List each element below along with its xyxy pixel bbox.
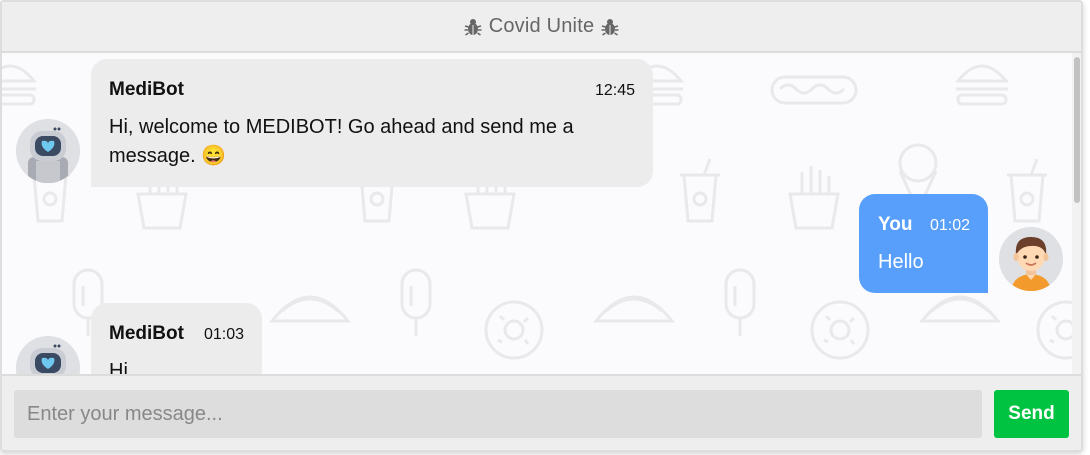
chat-title: Covid Unite: [488, 15, 595, 37]
message-bubble-bot: MediBot 12:45 Hi, welcome to MEDIBOT! Go…: [91, 59, 653, 187]
message-text: Hi: [109, 360, 128, 374]
message-list[interactable]: MediBot 12:45 Hi, welcome to MEDIBOT! Go…: [2, 53, 1081, 374]
chat-header: Covid Unite: [2, 2, 1081, 53]
scrollbar-thumb[interactable]: [1074, 57, 1080, 203]
scrollbar[interactable]: [1072, 53, 1081, 374]
person-avatar-icon: [999, 227, 1063, 291]
message-input[interactable]: [14, 390, 982, 438]
message-time: 12:45: [594, 82, 635, 99]
message-sender: MediBot: [109, 323, 184, 344]
message-input-area: Send: [2, 374, 1081, 450]
message-info: MediBot 01:03: [109, 319, 244, 349]
message-text: Hello: [878, 251, 924, 273]
message-info: You 01:02: [878, 210, 970, 240]
message-info: MediBot 12:45: [109, 75, 635, 105]
message-time: 01:02: [929, 217, 970, 234]
message-bubble-user: You 01:02 Hello: [859, 194, 988, 293]
send-button[interactable]: Send: [994, 390, 1069, 438]
user-avatar: [999, 227, 1063, 291]
chat-window: Covid Unite MediBot 12:45 Hi, welcome to…: [0, 0, 1083, 452]
message-text: Hi, welcome to MEDIBOT! Go ahead and sen…: [109, 116, 574, 167]
bug-icon: [601, 18, 619, 36]
bug-icon: [464, 18, 482, 36]
robot-avatar-icon: [16, 119, 80, 183]
message-sender: You: [878, 214, 913, 235]
message-bubble-bot: MediBot 01:03 Hi: [91, 303, 262, 374]
message-time: 01:03: [203, 326, 244, 343]
message-sender: MediBot: [109, 79, 184, 100]
medibot-avatar: [16, 119, 80, 183]
